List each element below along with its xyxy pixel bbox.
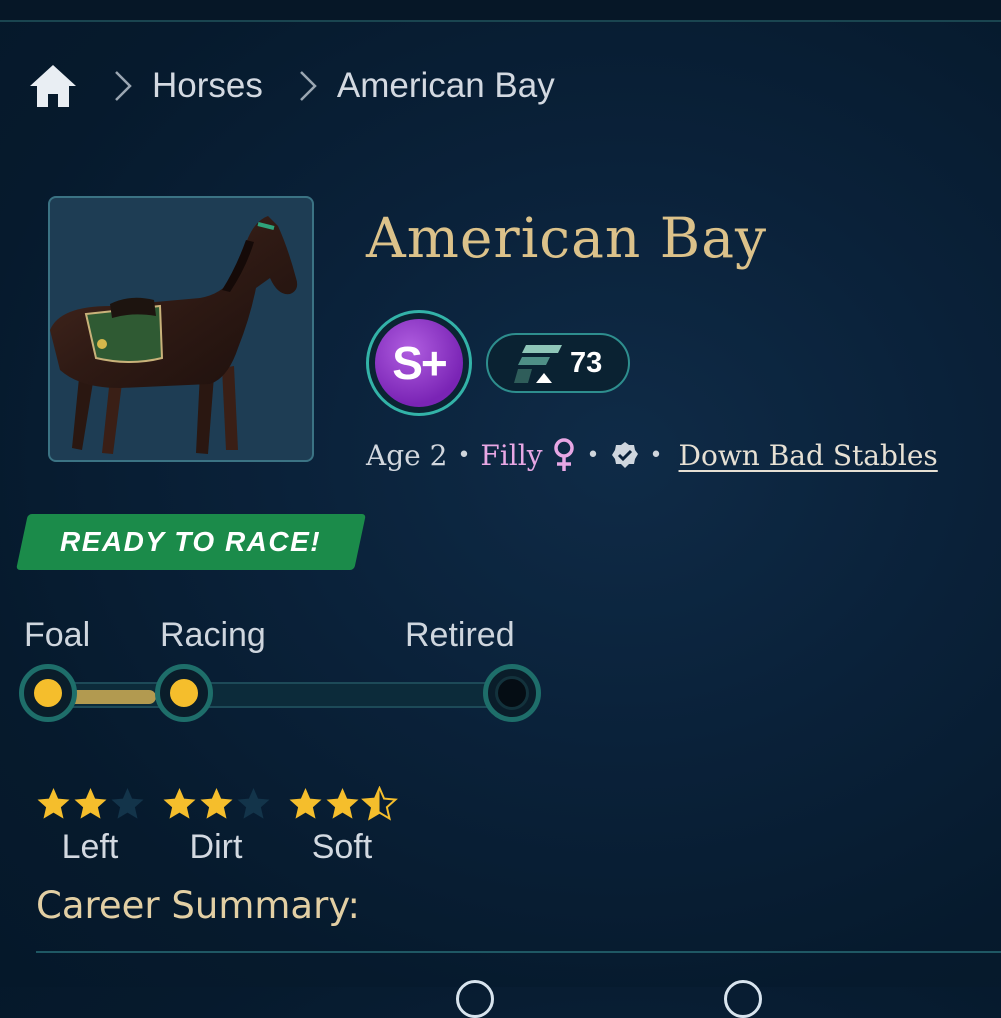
aptitude-soft: Soft [282, 786, 402, 867]
separator: • [457, 442, 471, 468]
aptitude-left: Left [30, 786, 150, 867]
chevron-right-icon [299, 71, 317, 101]
top-bar [0, 0, 1001, 20]
home-icon[interactable] [28, 63, 78, 109]
star-rating [30, 786, 150, 822]
horse-name: American Bay [366, 206, 768, 270]
star-full-icon [326, 788, 358, 819]
horse-age: Age 2 [366, 438, 448, 472]
stage-node-racing [155, 664, 213, 722]
aptitude-label: Dirt [189, 828, 243, 866]
star-full-icon [163, 788, 195, 819]
aptitude-dirt: Dirt [156, 786, 276, 867]
stable-link[interactable]: Down Bad Stables [679, 439, 938, 472]
star-full-icon [289, 788, 321, 819]
breadcrumb-current: American Bay [336, 66, 555, 105]
horse-gender: Filly [480, 438, 543, 472]
star-half-icon [360, 786, 398, 821]
breadcrumb: Horses American Bay [28, 58, 555, 114]
info-icon[interactable] [724, 980, 762, 1018]
star-empty-icon [111, 788, 143, 819]
grade-value: S+ [375, 319, 463, 407]
stage-node-retired [483, 664, 541, 722]
star-full-icon [200, 788, 232, 819]
female-icon [553, 438, 574, 471]
separator: • [586, 442, 600, 468]
verified-icon [611, 442, 638, 468]
breadcrumb-horses[interactable]: Horses [152, 66, 263, 106]
star-rating [156, 786, 276, 822]
separator: • [649, 442, 663, 468]
stage-label-foal: Foal [24, 616, 91, 654]
ready-to-race-badge: READY TO RACE! [16, 514, 366, 570]
horse-meta: Age 2 • Filly • • Down Bad Stables [366, 430, 938, 480]
rating-pill: 73 [486, 333, 630, 393]
rating-logo-icon [514, 345, 562, 383]
star-rating [282, 786, 402, 822]
star-full-icon [37, 788, 69, 819]
horse-image [50, 216, 298, 454]
stage-label-racing: Racing [160, 616, 266, 654]
horse-portrait [48, 196, 314, 462]
stage-label-retired: Retired [405, 616, 515, 654]
career-summary-title: Career Summary: [36, 884, 360, 927]
rating-value: 73 [570, 346, 603, 379]
aptitude-label: Soft [311, 828, 373, 866]
top-divider [0, 20, 1001, 22]
star-full-icon [74, 788, 106, 819]
info-icon[interactable] [456, 980, 494, 1018]
grade-badge: S+ [366, 310, 472, 416]
star-empty-icon [237, 788, 269, 819]
aptitude-label: Left [61, 828, 119, 866]
stage-node-foal [19, 664, 77, 722]
ready-to-race-label: READY TO RACE! [60, 526, 322, 557]
chevron-right-icon [115, 71, 132, 101]
section-divider [36, 951, 1001, 953]
